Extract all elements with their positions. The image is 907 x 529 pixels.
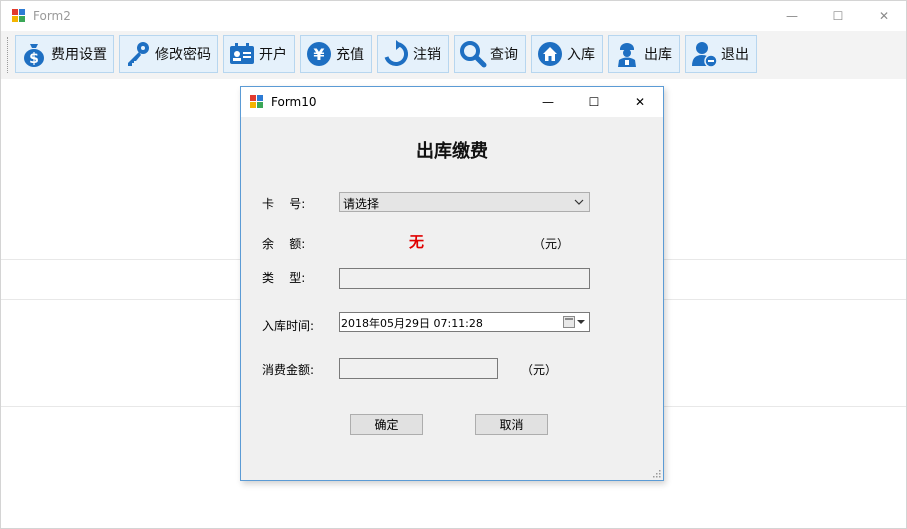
toolbar-grip[interactable] [7,37,10,73]
open-account-button[interactable]: 开户 [223,35,295,73]
dialog-maximize-button[interactable]: ☐ [571,87,617,117]
faint-divider [1,259,241,260]
minimize-icon: — [542,95,554,109]
check-in-button[interactable]: 入库 [531,35,603,73]
query-button[interactable]: 查询 [454,35,526,73]
worker-icon [618,43,636,67]
resize-grip-icon[interactable] [651,468,661,478]
amount-field[interactable] [339,358,498,379]
amount-label: 消费金额: [262,363,315,377]
balance-value: 无 [409,233,425,251]
faint-divider [1,299,241,300]
faint-divider [663,299,906,300]
refresh-icon [384,40,409,66]
dialog-minimize-button[interactable]: — [525,87,571,117]
faint-divider [663,406,906,407]
fee-settings-button[interactable]: $ 费用设置 [15,35,114,73]
svg-text:$: $ [29,51,39,67]
id-card-icon [230,43,254,64]
recharge-button[interactable]: ¥ 充值 [300,35,372,73]
toolbar-button-label: 退出 [721,47,749,63]
minimize-icon: — [786,9,798,23]
toolbar-button-label: 注销 [413,47,441,63]
amount-unit: （元） [521,363,558,377]
close-icon: ✕ [878,9,890,23]
toolbar-button-label: 入库 [567,47,595,63]
checkout-payment-dialog: Form10 — ☐ ✕ 出库缴费 卡 号: 请选择 余 额: 无 （元） 类 … [240,86,664,481]
dialog-titlebar[interactable]: Form10 — ☐ ✕ [241,87,663,117]
calendar-dropdown-icon[interactable] [563,316,585,328]
toolbar-button-label: 费用设置 [51,47,107,63]
card-label: 卡 号: [262,197,306,211]
toolbar-button-label: 充值 [336,47,364,63]
faint-divider [1,406,241,407]
close-button[interactable]: ✕ [861,1,907,31]
dialog-close-button[interactable]: ✕ [617,87,663,117]
user-exit-icon [692,42,718,68]
type-label: 类 型: [262,271,306,285]
faint-divider [663,259,906,260]
dialog-heading: 出库缴费 [416,141,488,162]
home-icon [538,42,562,66]
balance-label: 余 额: [262,237,306,251]
app-icon [12,9,25,22]
main-window-title: Form2 [33,9,71,23]
card-number-combobox[interactable]: 请选择 [339,192,590,212]
type-field[interactable] [339,268,590,289]
change-password-button[interactable]: 修改密码 [119,35,218,73]
maximize-button[interactable]: ☐ [815,1,861,31]
yen-icon: ¥ [307,42,331,66]
svg-text:¥: ¥ [313,45,324,64]
checkin-time-label: 入库时间: [262,319,315,333]
balance-unit: （元） [533,237,570,251]
toolbar-button-label: 开户 [259,47,287,63]
check-out-button[interactable]: 出库 [608,35,680,73]
checkin-time-picker[interactable]: 2018年05月29日 07:11:28 [339,312,590,332]
main-titlebar[interactable]: Form2 — ☐ ✕ [1,1,906,31]
card-number-value: 请选择 [343,197,380,211]
search-icon [460,41,487,68]
toolbar-button-label: 查询 [490,47,518,63]
checkin-time-value: 2018年05月29日 07:11:28 [341,317,483,330]
key-icon [128,42,149,66]
exit-button[interactable]: 退出 [685,35,757,73]
toolbar-button-label: 修改密码 [155,47,211,63]
dialog-title: Form10 [271,95,317,109]
app-icon [250,95,263,108]
toolbar: $ 费用设置 修改密码 开户 ¥ 充值 注销 查询 入库 出库 退出 [1,31,906,79]
maximize-icon: ☐ [588,95,600,109]
minimize-button[interactable]: — [769,1,815,31]
cancel-button[interactable]: 取消 [475,414,548,435]
money-bag-icon: $ [24,44,44,67]
chevron-down-icon [574,199,584,205]
toolbar-button-label: 出库 [644,47,672,63]
cancel-card-button[interactable]: 注销 [377,35,449,73]
close-icon: ✕ [634,95,646,109]
ok-button[interactable]: 确定 [350,414,423,435]
maximize-icon: ☐ [832,9,844,23]
